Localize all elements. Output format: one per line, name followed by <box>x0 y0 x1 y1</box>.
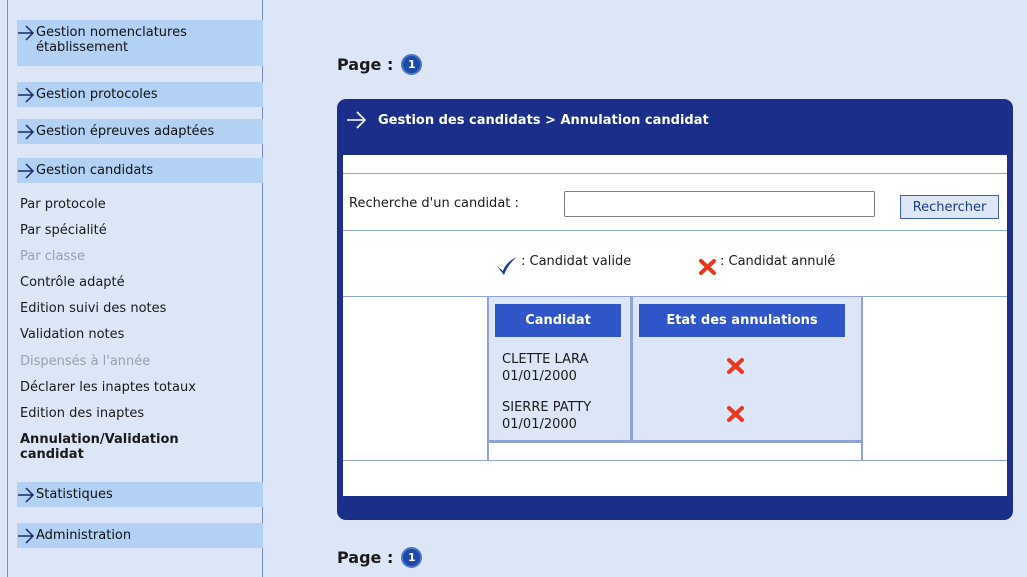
page-number-badge[interactable]: 1 <box>401 547 423 568</box>
sidebar-subitem-edition-suivi-notes[interactable]: Edition suivi des notes <box>20 301 166 316</box>
panel-header: Gestion des candidats > Annulation candi… <box>337 99 1013 141</box>
arrow-right-icon <box>17 123 36 141</box>
search-button[interactable]: Rechercher <box>900 195 999 219</box>
search-label: Recherche d'un candidat : <box>349 196 519 211</box>
sidebar-item-gestion-epreuves[interactable]: Gestion épreuves adaptées <box>17 119 263 144</box>
panel-body: Recherche d'un candidat : Rechercher : C… <box>343 155 1007 496</box>
table-footer <box>489 443 861 460</box>
pagination-label: Page : <box>337 55 394 74</box>
candidate-cancellation-panel: Gestion des candidats > Annulation candi… <box>337 99 1013 520</box>
cancel-status-toggle[interactable] <box>721 405 751 427</box>
sidebar-item-label: Statistiques <box>36 487 113 502</box>
header-candidat[interactable]: Candidat <box>495 304 621 337</box>
column-divider <box>630 297 633 440</box>
divider <box>343 173 1007 174</box>
sidebar-subitem-par-specialite[interactable]: Par spécialité <box>20 223 107 238</box>
sidebar-item-label: Gestion candidats <box>36 163 154 178</box>
sidebar-item-label: Gestion épreuves adaptées <box>36 124 215 139</box>
page-number-badge[interactable]: 1 <box>401 54 423 75</box>
candidate-date: 01/01/2000 <box>502 369 577 384</box>
cross-icon <box>727 358 744 374</box>
sidebar-subitem-par-protocole[interactable]: Par protocole <box>20 197 106 212</box>
cancel-status-toggle[interactable] <box>721 357 751 379</box>
arrow-right-icon <box>345 108 369 132</box>
legend-valid: : Candidat valide <box>495 254 631 276</box>
pagination-bottom: Page : 1 <box>337 547 423 568</box>
sidebar-item-label: établissement <box>36 40 129 55</box>
pagination-top: Page : 1 <box>337 54 423 75</box>
table-row: CLETTE LARA 01/01/2000 <box>502 351 588 385</box>
arrow-right-icon <box>17 24 36 42</box>
arrow-right-icon <box>17 162 36 180</box>
sidebar-subitem-dispenses-annee: Dispensés à l'année <box>20 354 151 369</box>
candidates-table: Candidat Etat des annulations CLETTE LAR… <box>487 297 863 460</box>
arrow-right-icon <box>17 527 36 545</box>
legend-valid-label: : Candidat valide <box>521 254 632 269</box>
cross-icon <box>727 406 744 422</box>
cross-icon <box>698 258 718 276</box>
sidebar-item-gestion-protocoles[interactable]: Gestion protocoles <box>17 82 263 107</box>
sidebar-subitem-edition-inaptes[interactable]: Edition des inaptes <box>20 406 144 421</box>
sidebar-subitem-validation-notes[interactable]: Validation notes <box>20 327 124 342</box>
table-row: SIERRE PATTY 01/01/2000 <box>502 399 591 433</box>
sidebar-item-administration[interactable]: Administration <box>17 523 263 548</box>
panel-title: Gestion des candidats > Annulation candi… <box>378 112 709 128</box>
sidebar-item-gestion-nomenclatures[interactable]: Gestion nomenclatures établissement <box>17 20 263 66</box>
sidebar-nav: Gestion nomenclatures établissement Gest… <box>7 0 263 577</box>
arrow-right-icon <box>17 486 36 504</box>
divider <box>343 460 1007 461</box>
sidebar-item-label: Annulation/Validation <box>20 432 179 447</box>
legend-cancelled-label: : Candidat annulé <box>720 254 836 269</box>
search-input[interactable] <box>564 191 875 217</box>
divider <box>343 230 1007 231</box>
checkmark-icon <box>495 256 519 276</box>
legend-cancelled: : Candidat annulé <box>698 254 835 276</box>
candidate-name: SIERRE PATTY <box>502 400 592 415</box>
sidebar-item-label: candidat <box>20 447 84 462</box>
candidate-name: CLETTE LARA <box>502 352 589 367</box>
pagination-label: Page : <box>337 548 394 567</box>
sidebar-subitem-par-classe: Par classe <box>20 249 85 264</box>
sidebar-item-label: Administration <box>36 528 132 543</box>
arrow-right-icon <box>17 86 36 104</box>
sidebar-item-label: Gestion protocoles <box>36 87 158 102</box>
candidate-date: 01/01/2000 <box>502 417 577 432</box>
sidebar-item-label: Gestion nomenclatures <box>36 25 187 40</box>
sidebar-subitem-controle-adapte[interactable]: Contrôle adapté <box>20 275 125 290</box>
sidebar-subitem-annulation-validation: Annulation/Validation candidat <box>20 432 179 462</box>
header-etat-annulations[interactable]: Etat des annulations <box>639 304 845 337</box>
sidebar-subitem-declarer-inaptes[interactable]: Déclarer les inaptes totaux <box>20 380 196 395</box>
sidebar-item-gestion-candidats[interactable]: Gestion candidats <box>17 158 263 183</box>
sidebar-item-statistiques[interactable]: Statistiques <box>17 482 263 507</box>
